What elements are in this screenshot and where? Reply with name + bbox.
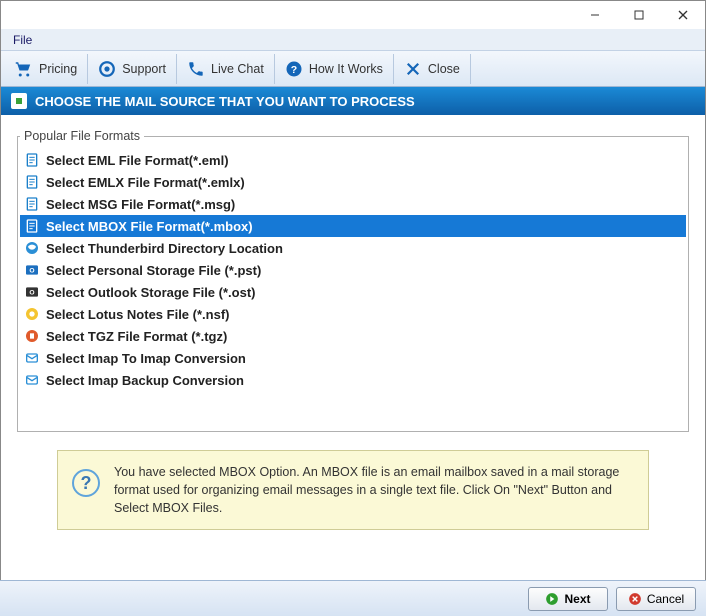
info-box: ? You have selected MBOX Option. An MBOX…	[57, 450, 649, 530]
main-content: Popular File Formats Select EML File For…	[1, 115, 705, 530]
list-item-label: Select MSG File Format(*.msg)	[46, 197, 235, 212]
file-formats-group: Popular File Formats Select EML File For…	[17, 129, 689, 432]
thunderbird-icon	[24, 240, 40, 256]
outlook-pst-icon: O	[24, 262, 40, 278]
x-icon	[404, 60, 422, 78]
list-item-label: Select Thunderbird Directory Location	[46, 241, 283, 256]
file-msg-icon	[24, 196, 40, 212]
outlook-ost-icon: O	[24, 284, 40, 300]
close-icon	[678, 10, 688, 20]
list-item-label: Select TGZ File Format (*.tgz)	[46, 329, 227, 344]
toolbar: Pricing Support Live Chat ? How It Works…	[1, 51, 705, 87]
info-question-icon: ?	[72, 469, 100, 497]
list-item-label: Select EML File Format(*.eml)	[46, 153, 229, 168]
cancel-label: Cancel	[647, 592, 684, 606]
list-item[interactable]: Select EML File Format(*.eml)	[20, 149, 686, 171]
minimize-button[interactable]	[573, 1, 617, 29]
file-mbox-icon	[24, 218, 40, 234]
list-item-label: Select Lotus Notes File (*.nsf)	[46, 307, 229, 322]
list-item-label: Select Imap Backup Conversion	[46, 373, 244, 388]
close-button[interactable]: Close	[394, 54, 471, 84]
next-button[interactable]: Next	[528, 587, 608, 611]
list-item[interactable]: Select Thunderbird Directory Location	[20, 237, 686, 259]
list-item[interactable]: O Select Outlook Storage File (*.ost)	[20, 281, 686, 303]
list-item-label: Select Personal Storage File (*.pst)	[46, 263, 261, 278]
list-item[interactable]: O Select Personal Storage File (*.pst)	[20, 259, 686, 281]
list-item[interactable]: Select EMLX File Format(*.emlx)	[20, 171, 686, 193]
list-item-label: Select EMLX File Format(*.emlx)	[46, 175, 245, 190]
howitworks-button[interactable]: ? How It Works	[275, 54, 394, 84]
next-label: Next	[564, 592, 590, 606]
window-titlebar	[1, 1, 705, 29]
file-emlx-icon	[24, 174, 40, 190]
pricing-button[interactable]: Pricing	[5, 54, 88, 84]
livechat-button[interactable]: Live Chat	[177, 54, 275, 84]
menu-file[interactable]: File	[7, 31, 38, 49]
list-item[interactable]: Select Imap To Imap Conversion	[20, 347, 686, 369]
maximize-icon	[634, 10, 644, 20]
list-item[interactable]: Select Lotus Notes File (*.nsf)	[20, 303, 686, 325]
cart-icon	[15, 60, 33, 78]
file-eml-icon	[24, 152, 40, 168]
next-arrow-icon	[545, 592, 559, 606]
svg-text:?: ?	[291, 63, 297, 75]
question-icon: ?	[285, 60, 303, 78]
support-label: Support	[122, 62, 166, 76]
list-item[interactable]: Select Imap Backup Conversion	[20, 369, 686, 391]
lotus-icon	[24, 306, 40, 322]
cancel-button[interactable]: Cancel	[616, 587, 696, 611]
group-legend: Popular File Formats	[20, 129, 144, 143]
support-button[interactable]: Support	[88, 54, 177, 84]
page-title: CHOOSE THE MAIL SOURCE THAT YOU WANT TO …	[35, 94, 415, 109]
close-label: Close	[428, 62, 460, 76]
list-item[interactable]: Select MBOX File Format(*.mbox)	[20, 215, 686, 237]
footer-bar: Next Cancel	[0, 580, 706, 616]
page-header: CHOOSE THE MAIL SOURCE THAT YOU WANT TO …	[1, 87, 705, 115]
pricing-label: Pricing	[39, 62, 77, 76]
info-message: You have selected MBOX Option. An MBOX f…	[114, 463, 634, 517]
list-item[interactable]: Select TGZ File Format (*.tgz)	[20, 325, 686, 347]
list-item-label: Select Outlook Storage File (*.ost)	[46, 285, 255, 300]
minimize-icon	[590, 10, 600, 20]
howitworks-label: How It Works	[309, 62, 383, 76]
maximize-button[interactable]	[617, 1, 661, 29]
close-window-button[interactable]	[661, 1, 705, 29]
list-item[interactable]: Select MSG File Format(*.msg)	[20, 193, 686, 215]
svg-text:O: O	[29, 290, 34, 297]
imap-icon	[24, 350, 40, 366]
svg-text:O: O	[29, 268, 34, 275]
list-item-label: Select Imap To Imap Conversion	[46, 351, 246, 366]
header-icon	[11, 93, 27, 109]
livechat-label: Live Chat	[211, 62, 264, 76]
list-item-label: Select MBOX File Format(*.mbox)	[46, 219, 253, 234]
support-icon	[98, 60, 116, 78]
imap-backup-icon	[24, 372, 40, 388]
cancel-x-icon	[628, 592, 642, 606]
file-formats-list: Select EML File Format(*.eml) Select EMLX…	[20, 149, 686, 391]
phone-icon	[187, 60, 205, 78]
tgz-icon	[24, 328, 40, 344]
menu-bar: File	[1, 29, 705, 51]
